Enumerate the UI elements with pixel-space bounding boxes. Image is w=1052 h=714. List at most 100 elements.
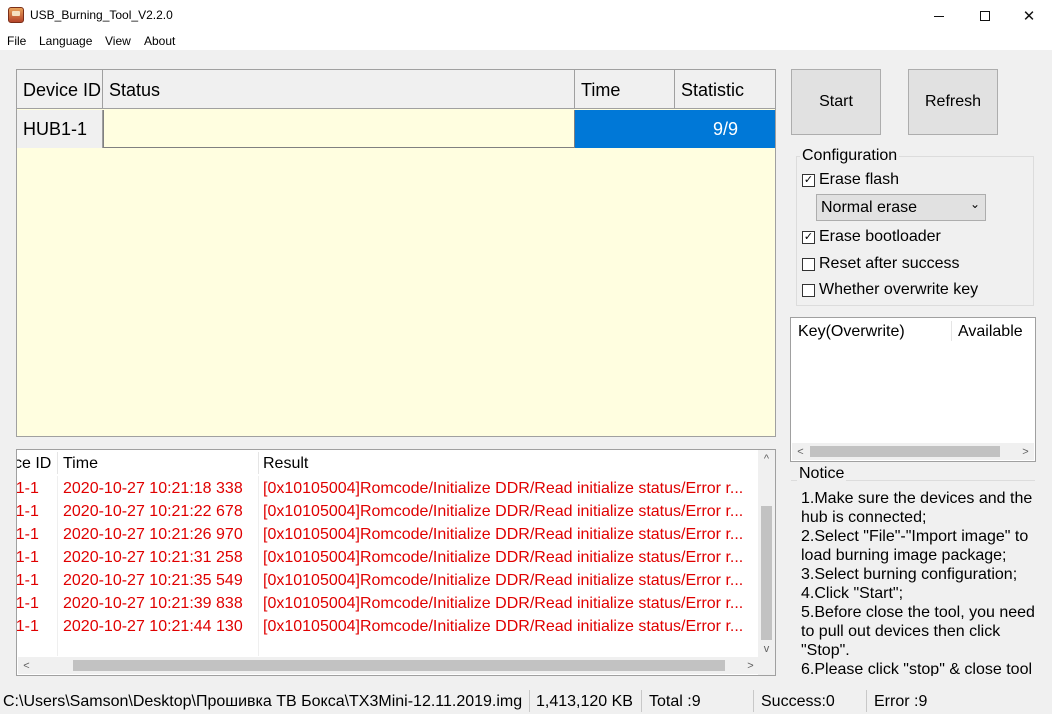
device-time-cell[interactable] bbox=[575, 110, 675, 148]
minimize-icon bbox=[934, 16, 944, 17]
log-result: [0x10105004]Romcode/Initialize DDR/Read … bbox=[263, 618, 744, 635]
log-row[interactable]: HUB1-1 2020-10-27 10:21:44 130 [0x101050… bbox=[17, 616, 759, 639]
device-id-cell[interactable]: HUB1-1 bbox=[17, 110, 103, 148]
menu-language[interactable]: Language bbox=[39, 34, 92, 48]
notice-line: load burning image package; bbox=[801, 547, 1007, 564]
scroll-left-icon[interactable]: < bbox=[792, 443, 809, 460]
close-button[interactable]: ✕ bbox=[1006, 0, 1052, 31]
column-divider bbox=[258, 452, 259, 474]
success-count: Success:0 bbox=[761, 693, 835, 710]
device-statistic-cell[interactable]: 9/9 bbox=[675, 110, 775, 148]
overwrite-key-label: Whether overwrite key bbox=[819, 281, 979, 298]
col-time[interactable]: Time bbox=[575, 70, 675, 109]
title-bar: USB_Burning_Tool_V2.2.0 ✕ bbox=[0, 0, 1052, 31]
checkbox-checked-icon: ✓ bbox=[802, 230, 815, 244]
col-status[interactable]: Status bbox=[103, 70, 575, 109]
notice-title: Notice bbox=[797, 465, 847, 483]
log-hscrollbar[interactable]: < > bbox=[18, 657, 759, 674]
scroll-thumb[interactable] bbox=[761, 506, 772, 640]
device-row[interactable]: HUB1-1 9/9 bbox=[17, 110, 775, 148]
status-divider bbox=[753, 690, 754, 712]
device-status-cell[interactable] bbox=[103, 110, 575, 148]
scroll-up-icon[interactable]: ^ bbox=[758, 450, 775, 467]
maximize-button[interactable] bbox=[962, 0, 1008, 31]
notice-line: 4.Click "Start"; bbox=[801, 585, 904, 602]
configuration-title: Configuration bbox=[800, 147, 900, 165]
log-row[interactable]: HUB1-1 2020-10-27 10:21:39 838 [0x101050… bbox=[17, 593, 759, 616]
menu-file[interactable]: File bbox=[7, 34, 26, 48]
log-result: [0x10105004]Romcode/Initialize DDR/Read … bbox=[263, 572, 744, 589]
log-device-id: HUB1-1 bbox=[16, 549, 39, 566]
log-device-id: HUB1-1 bbox=[16, 503, 39, 520]
erase-bootloader-checkbox[interactable]: ✓ Erase bootloader bbox=[802, 228, 941, 246]
erase-flash-checkbox[interactable]: ✓ Erase flash bbox=[802, 171, 899, 189]
refresh-button[interactable]: Refresh bbox=[908, 69, 998, 135]
log-time: 2020-10-27 10:21:26 970 bbox=[63, 526, 243, 543]
col-log-time[interactable]: Time bbox=[63, 455, 98, 473]
scroll-right-icon[interactable]: > bbox=[742, 657, 759, 674]
start-button[interactable]: Start bbox=[791, 69, 881, 135]
reset-after-success-label: Reset after success bbox=[819, 255, 960, 272]
scroll-right-icon[interactable]: > bbox=[1017, 443, 1034, 460]
error-count: Error :9 bbox=[874, 693, 928, 710]
key-list[interactable]: Key(Overwrite) Available < > bbox=[790, 317, 1036, 462]
status-bar: C:\Users\Samson\Desktop\Прошивка ТВ Бокс… bbox=[0, 688, 1052, 714]
erase-bootloader-label: Erase bootloader bbox=[819, 228, 941, 245]
col-device-id[interactable]: Device ID bbox=[17, 70, 103, 109]
notice-line: 6.Please click "stop" & close tool bbox=[801, 661, 1033, 676]
log-result: [0x10105004]Romcode/Initialize DDR/Read … bbox=[263, 549, 744, 566]
log-time: 2020-10-27 10:21:31 258 bbox=[63, 549, 243, 566]
checkbox-unchecked-icon bbox=[802, 257, 815, 271]
menu-about[interactable]: About bbox=[144, 34, 175, 48]
menu-view[interactable]: View bbox=[105, 34, 131, 48]
erase-mode-value: Normal erase bbox=[821, 199, 918, 216]
log-device-id: HUB1-1 bbox=[16, 572, 39, 589]
log-list[interactable]: Device ID Time Result HUB1-1 2020-10-27 … bbox=[16, 449, 776, 676]
notice-line: 1.Make sure the devices and the bbox=[801, 490, 1033, 507]
notice-line: 5.Before close the tool, you need bbox=[801, 604, 1035, 621]
scroll-thumb[interactable] bbox=[73, 660, 725, 671]
col-available[interactable]: Available bbox=[958, 323, 1023, 341]
notice-line: 3.Select burning configuration; bbox=[801, 566, 1018, 583]
col-key-overwrite[interactable]: Key(Overwrite) bbox=[798, 323, 905, 341]
total-count: Total :9 bbox=[649, 693, 701, 710]
minimize-button[interactable] bbox=[916, 0, 962, 31]
status-divider bbox=[529, 690, 530, 712]
scroll-down-icon[interactable]: v bbox=[758, 640, 775, 657]
log-row[interactable]: HUB1-1 2020-10-27 10:21:35 549 [0x101050… bbox=[17, 570, 759, 593]
menu-bar: File Language View About bbox=[0, 31, 1052, 50]
col-log-result[interactable]: Result bbox=[263, 455, 308, 473]
column-divider bbox=[57, 452, 58, 474]
log-device-id: HUB1-1 bbox=[16, 526, 39, 543]
log-row[interactable]: HUB1-1 2020-10-27 10:21:26 970 [0x101050… bbox=[17, 524, 759, 547]
log-header: Device ID Time Result bbox=[17, 450, 759, 476]
log-device-id: HUB1-1 bbox=[16, 595, 39, 612]
log-time: 2020-10-27 10:21:35 549 bbox=[63, 572, 243, 589]
erase-mode-select[interactable]: Normal erase ⌄ bbox=[816, 194, 986, 221]
column-divider bbox=[951, 321, 952, 341]
notice-line: "Stop". bbox=[801, 642, 850, 659]
checkbox-unchecked-icon bbox=[802, 283, 815, 297]
window-title: USB_Burning_Tool_V2.2.0 bbox=[30, 8, 173, 22]
image-path: C:\Users\Samson\Desktop\Прошивка ТВ Бокс… bbox=[3, 693, 523, 710]
chevron-down-icon: ⌄ bbox=[969, 197, 980, 211]
col-statistic[interactable]: Statistic bbox=[675, 70, 775, 109]
device-table[interactable]: Device ID Status Time Statistic HUB1-1 9… bbox=[16, 69, 776, 437]
image-size: 1,413,120 KB bbox=[536, 693, 633, 710]
overwrite-key-checkbox[interactable]: Whether overwrite key bbox=[802, 281, 978, 299]
log-result: [0x10105004]Romcode/Initialize DDR/Read … bbox=[263, 595, 744, 612]
scroll-corner bbox=[758, 657, 775, 675]
status-divider bbox=[641, 690, 642, 712]
log-vscrollbar[interactable]: ^ v bbox=[758, 450, 775, 658]
log-row[interactable]: HUB1-1 2020-10-27 10:21:22 678 [0x101050… bbox=[17, 501, 759, 524]
log-row[interactable]: HUB1-1 2020-10-27 10:21:31 258 [0x101050… bbox=[17, 547, 759, 570]
reset-after-success-checkbox[interactable]: Reset after success bbox=[802, 255, 960, 273]
log-row[interactable]: HUB1-1 2020-10-27 10:21:18 338 [0x101050… bbox=[17, 478, 759, 501]
scroll-left-icon[interactable]: < bbox=[18, 657, 35, 674]
checkbox-checked-icon: ✓ bbox=[802, 173, 815, 187]
key-list-hscrollbar[interactable]: < > bbox=[792, 443, 1034, 460]
log-time: 2020-10-27 10:21:18 338 bbox=[63, 480, 243, 497]
scroll-thumb[interactable] bbox=[810, 446, 1000, 457]
col-log-device-id[interactable]: Device ID bbox=[17, 455, 51, 473]
notice-line: hub is connected; bbox=[801, 509, 927, 526]
